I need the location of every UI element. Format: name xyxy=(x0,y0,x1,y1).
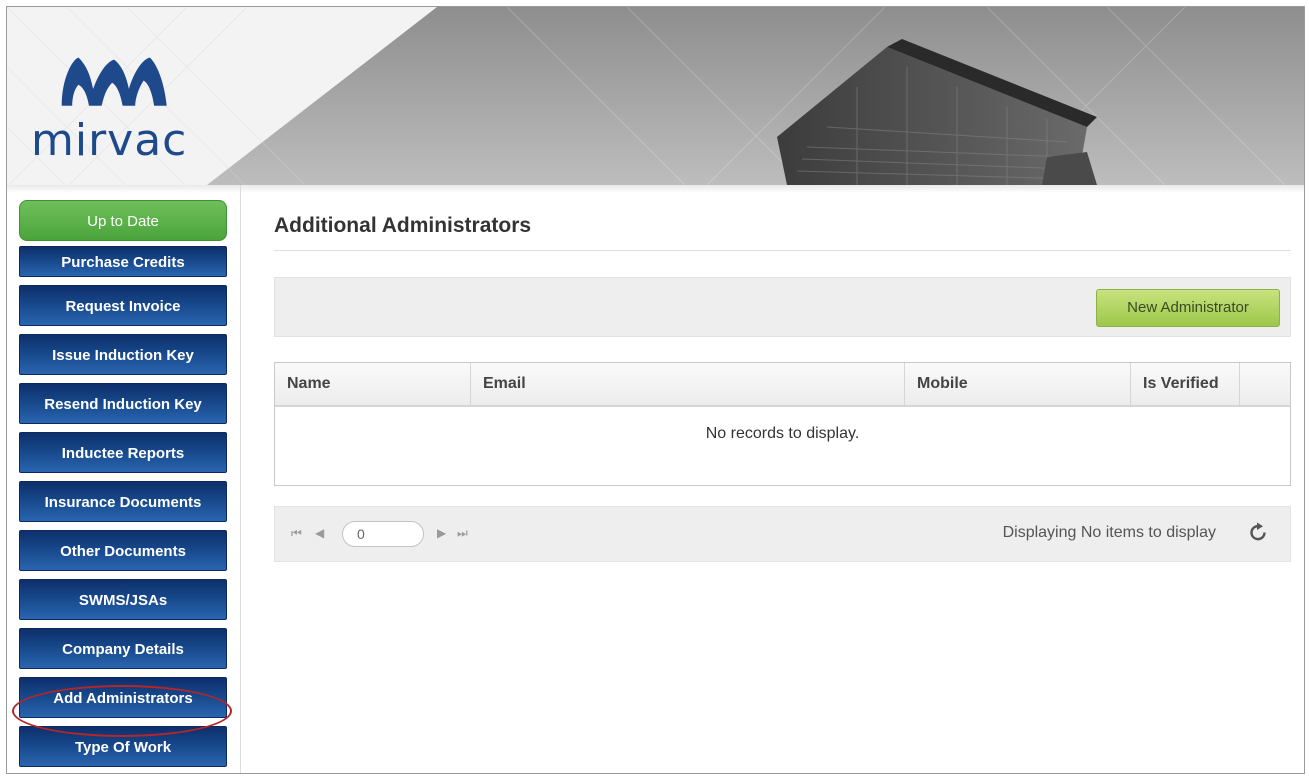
next-page-icon[interactable]: ▶ xyxy=(437,526,446,540)
sidebar-item-issue-induction-key[interactable]: Issue Induction Key xyxy=(19,334,227,375)
sidebar-item-insurance-documents[interactable]: Insurance Documents xyxy=(19,481,227,522)
new-administrator-button[interactable]: New Administrator xyxy=(1096,289,1280,327)
title-divider xyxy=(274,250,1291,251)
sidebar-item-add-administrators[interactable]: Add Administrators xyxy=(19,677,227,718)
refresh-icon[interactable] xyxy=(1246,521,1270,545)
column-header-name[interactable]: Name xyxy=(275,363,471,405)
sidebar-item-type-of-work[interactable]: Type Of Work xyxy=(19,726,227,767)
app-frame: mirvac Up to Date Purchase Credits Reque… xyxy=(6,6,1305,774)
sidebar-item-other-documents[interactable]: Other Documents xyxy=(19,530,227,571)
header-banner: mirvac xyxy=(7,7,1304,185)
logo-text: mirvac xyxy=(31,115,188,166)
grid-header: Name Email Mobile Is Verified xyxy=(275,363,1290,407)
first-page-icon[interactable]: ⏮ xyxy=(291,526,302,541)
sidebar-item-resend-induction-key[interactable]: Resend Induction Key xyxy=(19,383,227,424)
sidebar-divider xyxy=(240,185,241,773)
column-header-is-verified[interactable]: Is Verified xyxy=(1131,363,1240,405)
grid-pager: ⏮ ◀ 0 ▶ ⏭ Displaying No items to display xyxy=(274,506,1291,562)
administrators-grid: Name Email Mobile Is Verified No records… xyxy=(274,362,1291,486)
sidebar-item-purchase-credits[interactable]: Purchase Credits xyxy=(19,246,227,277)
sidebar-item-inductee-reports[interactable]: Inductee Reports xyxy=(19,432,227,473)
column-header-mobile[interactable]: Mobile xyxy=(905,363,1131,405)
empty-grid-message: No records to display. xyxy=(705,425,860,442)
banner-shadow xyxy=(7,185,1304,193)
last-page-icon[interactable]: ⏭ xyxy=(457,526,468,541)
prev-page-icon[interactable]: ◀ xyxy=(315,526,324,540)
sidebar-item-request-invoice[interactable]: Request Invoice xyxy=(19,285,227,326)
column-header-email[interactable]: Email xyxy=(471,363,905,405)
page-number-input[interactable]: 0 xyxy=(342,521,424,547)
sidebar-item-company-details[interactable]: Company Details xyxy=(19,628,227,669)
page-title: Additional Administrators xyxy=(274,214,532,237)
status-up-to-date-button[interactable]: Up to Date xyxy=(19,200,227,241)
sidebar-item-swms-jsas[interactable]: SWMS/JSAs xyxy=(19,579,227,620)
pager-status: Displaying No items to display xyxy=(1002,524,1216,541)
sidebar-nav: Up to Date Purchase Credits Request Invo… xyxy=(19,200,227,773)
grid-toolbar: New Administrator xyxy=(274,277,1291,337)
